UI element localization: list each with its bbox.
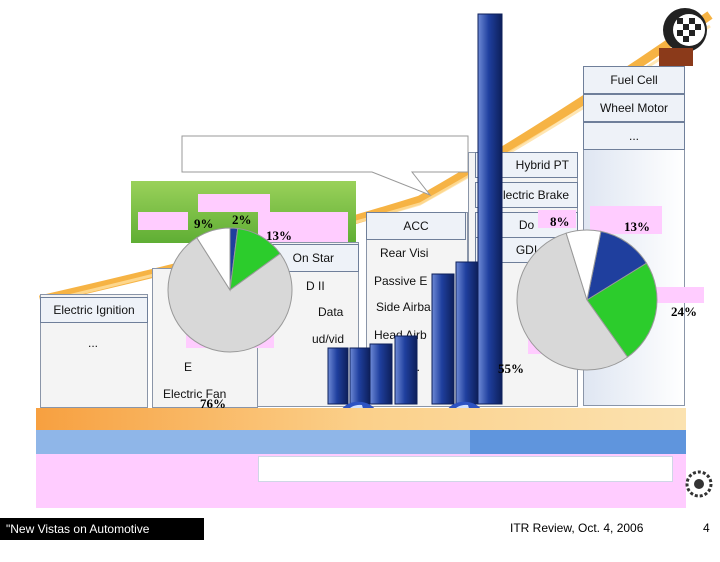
blue-band-right (470, 430, 686, 454)
pie-left-label: 13% (266, 228, 292, 243)
orange-band (36, 408, 686, 430)
pie-right-label: 24% (671, 304, 697, 319)
emblem-icon (684, 466, 714, 502)
footer-title: "New Vistas on Automotive Embedded Syste… (0, 518, 204, 558)
pie-right-label: 8% (550, 214, 570, 229)
pie-left-label: 2% (232, 212, 252, 227)
pie-left-label: 9% (194, 216, 214, 231)
pie-right-label: 55% (498, 361, 524, 376)
slide-number: 4 (703, 521, 710, 535)
pie-right-label: 13% (624, 219, 650, 234)
white-band (258, 456, 673, 482)
footer-review: ITR Review, Oct. 4, 2006 (510, 521, 644, 535)
